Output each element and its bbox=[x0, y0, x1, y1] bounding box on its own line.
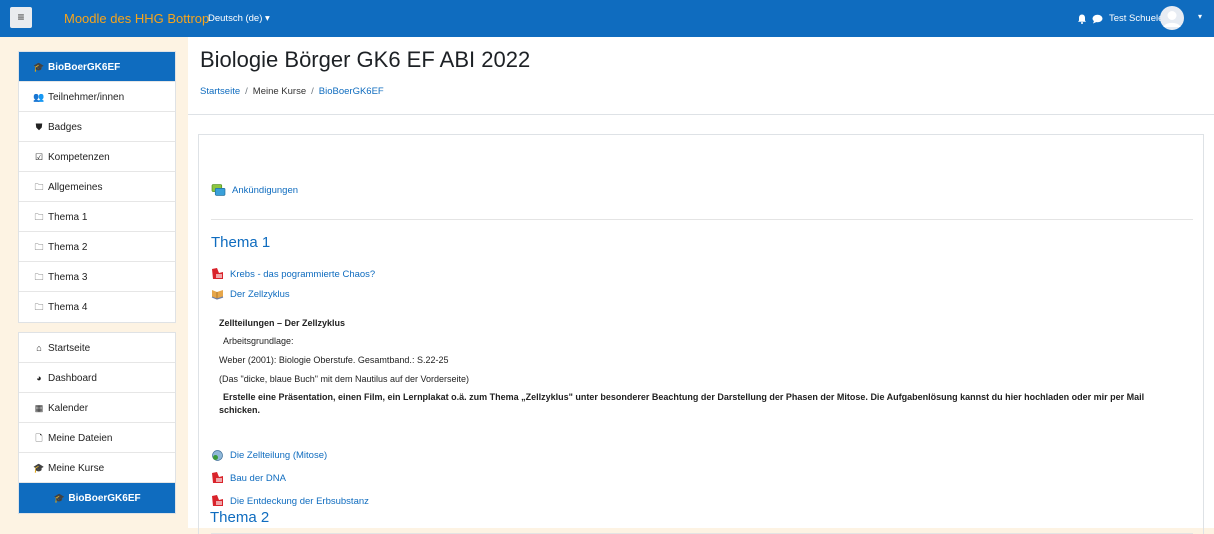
activity-dna[interactable]: Bau der DNA bbox=[211, 472, 286, 484]
summary-line: Arbeitsgrundlage: bbox=[223, 336, 294, 346]
summary-line: (Das "dicke, blaue Buch" mit dem Nautilu… bbox=[219, 374, 470, 384]
book-icon bbox=[211, 290, 224, 300]
breadcrumb-separator: / bbox=[311, 86, 314, 97]
site-name-link[interactable]: Moodle des HHG Bottrop bbox=[64, 11, 209, 26]
header-divider bbox=[188, 114, 1214, 115]
breadcrumb: Startseite / Meine Kurse / BioBoerGK6EF bbox=[200, 86, 384, 97]
nav-item-label: Teilnehmer/innen bbox=[48, 92, 125, 103]
pdf-icon bbox=[212, 495, 223, 506]
nav-item-label: Startseite bbox=[48, 343, 91, 354]
chevron-down-icon: ▾ bbox=[265, 13, 270, 24]
graduation-cap-icon: 🎓 bbox=[53, 493, 65, 503]
graduation-cap-icon: 🎓 bbox=[33, 62, 45, 72]
assignment-icon bbox=[212, 450, 223, 461]
language-label: Deutsch (de) bbox=[208, 13, 263, 24]
users-icon: 👥 bbox=[33, 92, 45, 102]
language-menu[interactable]: Deutsch (de) ▾ bbox=[208, 13, 270, 24]
hamburger-icon[interactable]: ≡ bbox=[10, 7, 32, 28]
nav-item-competencies[interactable]: ☑ Kompetenzen bbox=[19, 142, 175, 172]
site-nav-block: ⌂ Startseite ◕ Dashboard ▦ Kalender 🗋 Meine … bbox=[18, 332, 176, 514]
user-silhouette-icon bbox=[1163, 11, 1181, 27]
activity-label: Der Zellzyklus bbox=[230, 288, 290, 300]
breadcrumb-my-courses[interactable]: Meine Kurse bbox=[253, 86, 306, 97]
nav-item-label: Thema 3 bbox=[48, 272, 88, 283]
nav-item-topic-4[interactable]: 🗀 Thema 4 bbox=[19, 292, 175, 322]
pdf-icon bbox=[212, 472, 223, 483]
section-title-topic-2[interactable]: Thema 2 bbox=[210, 509, 269, 526]
folder-icon: 🗀 bbox=[34, 302, 44, 312]
nav-item-label: BioBoerGK6EF bbox=[68, 493, 141, 504]
breadcrumb-home[interactable]: Startseite bbox=[200, 86, 240, 97]
pdf-icon bbox=[212, 268, 223, 279]
nav-item-label: Dashboard bbox=[48, 373, 97, 384]
nav-item-topic-2[interactable]: 🗀 Thema 2 bbox=[19, 232, 175, 262]
nav-item-label: BioBoerGK6EF bbox=[48, 62, 121, 73]
nav-item-label: Thema 1 bbox=[48, 212, 88, 223]
chevron-down-icon[interactable]: ▾ bbox=[1198, 12, 1202, 21]
nav-item-course[interactable]: 🎓 BioBoerGK6EF bbox=[19, 52, 175, 82]
user-name[interactable]: Test Schueler bbox=[1109, 13, 1167, 24]
summary-heading: Zellteilungen – Der Zellzyklus bbox=[219, 318, 346, 328]
nav-item-label: Thema 2 bbox=[48, 242, 88, 253]
nav-item-my-courses[interactable]: 🎓 Meine Kurse bbox=[19, 453, 175, 483]
nav-item-label: Allgemeines bbox=[48, 182, 103, 193]
course-nav-block: 🎓 BioBoerGK6EF 👥 Teilnehmer/innen ⛊ Badges … bbox=[18, 51, 176, 323]
top-navbar: ≡ Moodle des HHG Bottrop Deutsch (de) ▾ … bbox=[0, 0, 1214, 37]
home-icon: ⌂ bbox=[36, 343, 42, 353]
nav-item-label: Meine Dateien bbox=[48, 433, 113, 444]
activity-label: Die Entdeckung der Erbsubstanz bbox=[230, 495, 369, 507]
activity-krebs[interactable]: Krebs - das pogrammierte Chaos? bbox=[211, 268, 375, 280]
folder-icon: 🗀 bbox=[34, 242, 44, 252]
chat-icon[interactable] bbox=[1092, 14, 1103, 24]
nav-item-topic-1[interactable]: 🗀 Thema 1 bbox=[19, 202, 175, 232]
nav-drawer: 🎓 BioBoerGK6EF 👥 Teilnehmer/innen ⛊ Badges … bbox=[0, 37, 188, 528]
nav-item-general[interactable]: 🗀 Allgemeines bbox=[19, 172, 175, 202]
nav-item-label: Meine Kurse bbox=[48, 463, 105, 474]
nav-item-topic-3[interactable]: 🗀 Thema 3 bbox=[19, 262, 175, 292]
section-title-topic-1[interactable]: Thema 1 bbox=[211, 234, 270, 251]
activity-label: Ankündigungen bbox=[232, 185, 299, 196]
nav-item-dashboard[interactable]: ◕ Dashboard bbox=[19, 363, 175, 393]
nav-item-calendar[interactable]: ▦ Kalender bbox=[19, 393, 175, 423]
forum-icon bbox=[211, 184, 226, 196]
folder-icon: 🗀 bbox=[34, 182, 44, 192]
shield-icon: ⛊ bbox=[35, 122, 43, 132]
nav-item-home[interactable]: ⌂ Startseite bbox=[19, 333, 175, 363]
activity-announcements[interactable]: Ankündigungen bbox=[211, 184, 298, 197]
activity-zellzyklus[interactable]: Der Zellzyklus bbox=[211, 288, 290, 300]
nav-item-participants[interactable]: 👥 Teilnehmer/innen bbox=[19, 82, 175, 112]
nav-item-label: Kompetenzen bbox=[48, 152, 110, 163]
task-description: Erstelle eine Präsentation, einen Film, … bbox=[219, 392, 1145, 415]
page-title: Biologie Börger GK6 EF ABI 2022 bbox=[200, 47, 531, 72]
section-divider bbox=[211, 219, 1193, 220]
graduation-cap-icon: 🎓 bbox=[33, 463, 45, 473]
dashboard-icon: ◕ bbox=[36, 373, 42, 383]
activity-mitose[interactable]: Die Zellteilung (Mitose) bbox=[211, 449, 327, 461]
activity-label: Bau der DNA bbox=[230, 472, 286, 484]
file-icon: 🗋 bbox=[35, 433, 43, 443]
nav-item-current-course[interactable]: 🎓 BioBoerGK6EF bbox=[19, 483, 175, 513]
avatar[interactable] bbox=[1160, 6, 1184, 30]
bell-icon[interactable] bbox=[1077, 14, 1087, 24]
activity-erbsubstanz[interactable]: Die Entdeckung der Erbsubstanz bbox=[211, 495, 369, 507]
nav-item-badges[interactable]: ⛊ Badges bbox=[19, 112, 175, 142]
folder-icon: 🗀 bbox=[34, 272, 44, 282]
course-content: Ankündigungen Thema 1 Krebs - das pogram… bbox=[198, 134, 1204, 534]
calendar-icon: ▦ bbox=[34, 403, 44, 413]
activity-label: Krebs - das pogrammierte Chaos? bbox=[230, 268, 376, 280]
nav-item-label: Badges bbox=[48, 122, 82, 133]
nav-item-my-files[interactable]: 🗋 Meine Dateien bbox=[19, 423, 175, 453]
breadcrumb-separator: / bbox=[245, 86, 248, 97]
folder-icon: 🗀 bbox=[34, 212, 44, 222]
main-region: Biologie Börger GK6 EF ABI 2022 Startsei… bbox=[188, 37, 1214, 534]
nav-item-label: Thema 4 bbox=[48, 302, 88, 313]
breadcrumb-course[interactable]: BioBoerGK6EF bbox=[319, 86, 384, 97]
activity-label: Die Zellteilung (Mitose) bbox=[230, 449, 328, 461]
nav-item-label: Kalender bbox=[48, 403, 89, 414]
checkbox-icon: ☑ bbox=[34, 152, 44, 162]
summary-line: Weber (2001): Biologie Oberstufe. Gesamt… bbox=[219, 355, 449, 365]
